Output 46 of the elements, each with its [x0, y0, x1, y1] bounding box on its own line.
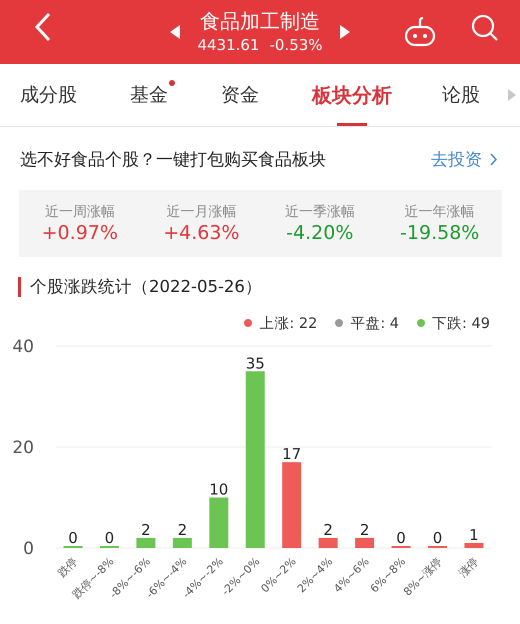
legend-label: 上涨: 22 [259, 314, 318, 332]
sector-title: 食品加工制造 [200, 8, 320, 34]
stat-value: -19.58% [400, 222, 480, 244]
tab[interactable]: 板块分析 [312, 64, 392, 126]
legend-label: 下跌: 49 [432, 314, 490, 332]
bar-value-label: 35 [246, 354, 265, 372]
bar-value-label: 10 [209, 480, 228, 498]
bar-value-label: 2 [360, 520, 370, 539]
bar-value-label: 0 [104, 529, 114, 547]
bar-value-label: 0 [68, 529, 78, 547]
legend-label: 平盘: 4 [350, 314, 400, 332]
stat-label: 近一周涨幅 [44, 203, 115, 221]
index-price: 4431.61 [197, 35, 260, 56]
tab[interactable]: 资金 [221, 64, 259, 126]
x-axis-label: 跌停 [55, 554, 80, 580]
bar-value-label: 17 [282, 445, 302, 464]
robot-icon[interactable] [404, 17, 436, 47]
tab[interactable]: 论股 [442, 64, 480, 126]
back-icon[interactable] [33, 12, 53, 42]
bar-value-label: 0 [396, 529, 406, 547]
stat-label: 近一年涨幅 [404, 203, 475, 221]
stat-value: +4.63% [163, 222, 240, 244]
tab[interactable]: 基金 [130, 64, 168, 126]
section-title: 个股涨跌统计（2022-05-26） [30, 276, 262, 298]
previous-icon[interactable] [169, 24, 182, 40]
stat-label: 近一季涨幅 [284, 203, 355, 221]
chevron-right-icon [490, 153, 498, 166]
invest-link[interactable]: 去投资 [431, 148, 498, 171]
tab[interactable]: 成分股 [20, 64, 77, 126]
bar-value-label: 1 [469, 526, 479, 544]
bar-value-label: 2 [178, 520, 188, 539]
bar-value-label: 2 [141, 520, 151, 539]
y-axis-label: 20 [12, 438, 34, 458]
stat-value: -4.20% [286, 222, 354, 244]
bar-value-label: 2 [323, 520, 333, 539]
stat-value: +0.97% [42, 222, 118, 244]
bar-value-label: 0 [432, 529, 442, 547]
promo-text: 选不好食品个股？一键打包购买食品板块 [20, 149, 326, 171]
x-axis-label: 涨停 [456, 554, 482, 580]
search-icon[interactable] [471, 14, 499, 42]
section-marker [18, 276, 21, 296]
y-axis-label: 40 [12, 337, 34, 357]
next-icon[interactable] [338, 24, 351, 40]
stat-label: 近一月涨幅 [166, 203, 236, 221]
index-change: -0.53% [269, 35, 323, 56]
y-axis-label: 0 [23, 539, 34, 559]
